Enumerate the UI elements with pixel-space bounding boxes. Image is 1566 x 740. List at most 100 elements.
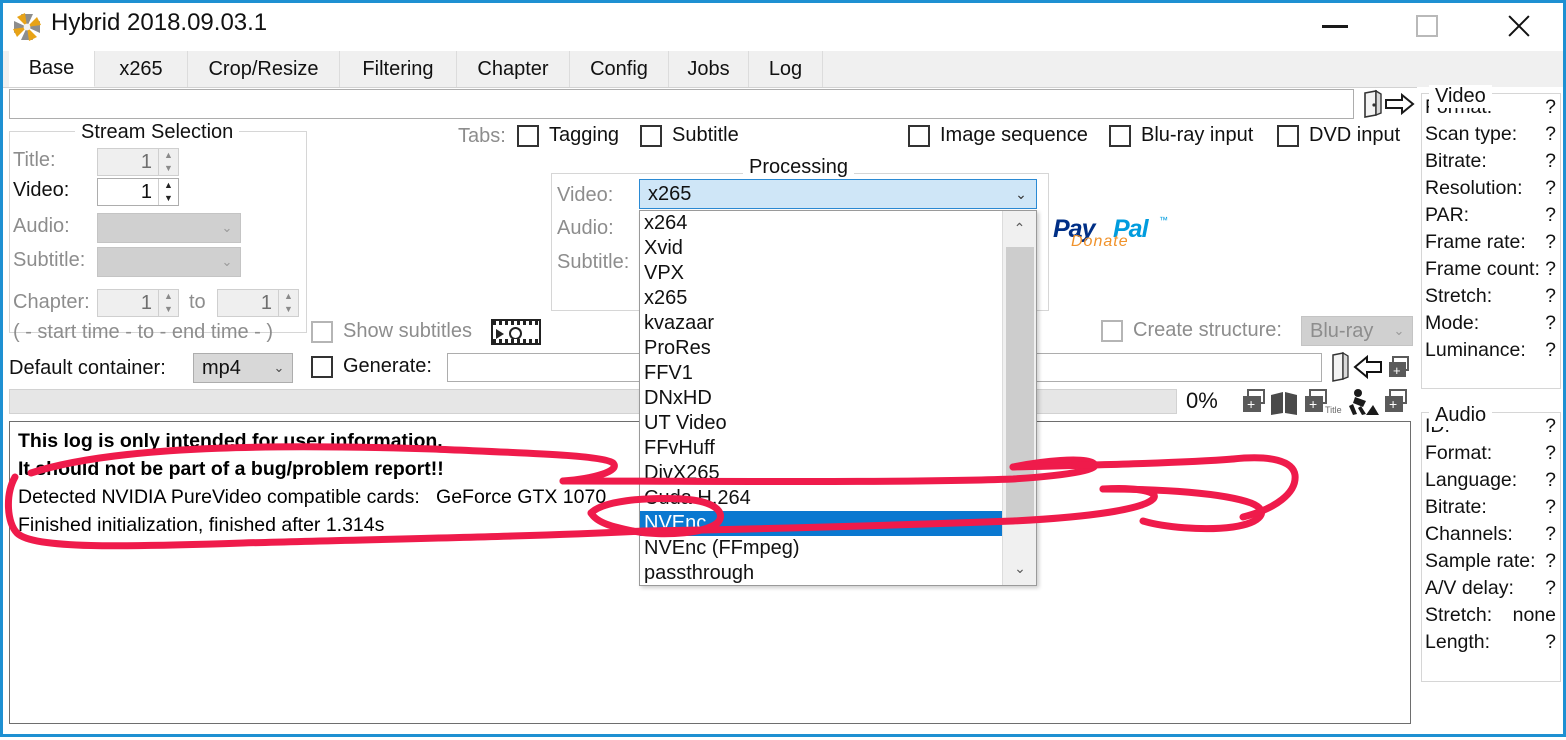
- checkbox-create-structure[interactable]: [1101, 320, 1123, 342]
- info-row: Frame rate:?: [1422, 229, 1560, 256]
- dropdown-item[interactable]: Xvid: [640, 236, 1002, 261]
- checkbox-generate[interactable]: [311, 356, 333, 378]
- label-processing-video: Video:: [557, 184, 613, 207]
- minimize-icon: [1322, 25, 1348, 28]
- dropdown-item[interactable]: FFvHuff: [640, 436, 1002, 461]
- worker-icon: [1349, 389, 1379, 415]
- tab-jobs[interactable]: Jobs: [669, 51, 749, 87]
- label-audio: Audio:: [13, 215, 70, 238]
- dropdown-list[interactable]: x264 Xvid VPX x265 kvazaar ProRes FFV1 D…: [640, 211, 1002, 585]
- stream-selection-title: Stream Selection: [75, 121, 239, 144]
- dropdown-item[interactable]: DivX265: [640, 461, 1002, 486]
- combo-audio[interactable]: ⌄: [97, 213, 241, 243]
- info-key: Luminance:: [1422, 339, 1526, 362]
- chevron-down-icon: ⌄: [214, 254, 240, 270]
- info-row: PAR:?: [1422, 202, 1560, 229]
- spinner-video[interactable]: 1 ▲▼: [97, 178, 179, 206]
- spinner-chapter-to[interactable]: 1 ▲▼: [217, 289, 299, 317]
- tab-chapter[interactable]: Chapter: [457, 51, 570, 87]
- info-key: Bitrate:: [1422, 150, 1487, 173]
- dropdown-item[interactable]: kvazaar: [640, 311, 1002, 336]
- scroll-up-icon[interactable]: ⌃: [1003, 211, 1036, 245]
- label-chapter-to: to: [189, 291, 206, 314]
- output-row-icons[interactable]: +: [1329, 351, 1411, 385]
- job-toolbar-icons[interactable]: + + Title +: [1235, 387, 1413, 419]
- tab-x265[interactable]: x265: [95, 51, 188, 87]
- paypal-donate-logo[interactable]: Pay Pal ™ Donate: [1053, 211, 1163, 253]
- info-value: ?: [1545, 523, 1556, 546]
- svg-text:+: +: [1309, 396, 1317, 412]
- dropdown-item[interactable]: x264: [640, 211, 1002, 236]
- combo-processing-video[interactable]: x265 ⌄: [639, 179, 1037, 209]
- tab-filtering[interactable]: Filtering: [340, 51, 457, 87]
- processing-video-dropdown[interactable]: x264 Xvid VPX x265 kvazaar ProRes FFV1 D…: [639, 210, 1037, 586]
- spinner-chapter-from-arrows[interactable]: ▲▼: [158, 290, 178, 316]
- dropdown-item[interactable]: passthrough: [640, 561, 1002, 586]
- info-key: Sample rate:: [1422, 550, 1536, 573]
- svg-text:+: +: [1247, 396, 1255, 412]
- log-line: Finished initialization, finished after …: [18, 514, 384, 537]
- maximize-icon: [1416, 15, 1438, 37]
- info-value: ?: [1545, 204, 1556, 227]
- info-value: ?: [1545, 339, 1556, 362]
- dropdown-item[interactable]: VPX: [640, 261, 1002, 286]
- input-file-field[interactable]: [9, 89, 1354, 119]
- checkbox-bluray-input[interactable]: [1109, 125, 1131, 147]
- media-info-panel: Format:? Scan type:? Bitrate:? Resolutio…: [1417, 87, 1563, 724]
- info-key: A/V delay:: [1422, 577, 1514, 600]
- combo-create-structure[interactable]: Blu-ray ⌄: [1301, 316, 1413, 346]
- dropdown-item[interactable]: FFV1: [640, 361, 1002, 386]
- combo-default-container[interactable]: mp4 ⌄: [193, 353, 293, 383]
- label-processing-audio: Audio:: [557, 217, 614, 240]
- spinner-title-value: 1: [98, 151, 158, 174]
- dropdown-item[interactable]: NVEnc (FFmpeg): [640, 536, 1002, 561]
- dropdown-item[interactable]: UT Video: [640, 411, 1002, 436]
- spinner-title-arrows[interactable]: ▲▼: [158, 149, 178, 175]
- tab-config[interactable]: Config: [570, 51, 669, 87]
- info-key: Format:: [1422, 442, 1492, 465]
- add-stack-icon: +: [1385, 390, 1406, 412]
- info-row: Channels:?: [1422, 521, 1560, 548]
- spinner-video-arrows[interactable]: ▲▼: [158, 179, 178, 205]
- scroll-down-icon[interactable]: ⌄: [1003, 551, 1037, 585]
- maximize-button[interactable]: [1381, 3, 1473, 49]
- spinner-title[interactable]: 1 ▲▼: [97, 148, 179, 176]
- dropdown-item[interactable]: DNxHD: [640, 386, 1002, 411]
- checkbox-dvd-input[interactable]: [1277, 125, 1299, 147]
- tab-base[interactable]: Base: [9, 51, 95, 87]
- checkbox-show-subtitles[interactable]: [311, 321, 333, 343]
- info-key: Frame count:: [1422, 258, 1540, 281]
- dropdown-item[interactable]: x265: [640, 286, 1002, 311]
- spinner-chapter-to-arrows[interactable]: ▲▼: [278, 290, 298, 316]
- dropdown-scrollbar[interactable]: ⌃ ⌄: [1002, 211, 1036, 585]
- info-key: Mode:: [1422, 312, 1479, 335]
- combo-subtitle[interactable]: ⌄: [97, 247, 241, 277]
- minimize-button[interactable]: [1289, 3, 1381, 49]
- spinner-video-value: 1: [98, 181, 158, 204]
- tab-log[interactable]: Log: [749, 51, 823, 87]
- checkbox-image-sequence[interactable]: [908, 125, 930, 147]
- info-row: Frame count:?: [1422, 256, 1560, 283]
- svg-text:+: +: [1389, 396, 1397, 412]
- checkbox-subtitle[interactable]: [640, 125, 662, 147]
- open-file-controls[interactable]: [1359, 88, 1421, 120]
- tab-crop-resize[interactable]: Crop/Resize: [188, 51, 340, 87]
- dropdown-item[interactable]: ProRes: [640, 336, 1002, 361]
- dropdown-item-nvenc[interactable]: NVEnc: [640, 511, 1002, 536]
- chevron-down-icon: ⌄: [1006, 186, 1036, 203]
- audio-info-title: Audio: [1429, 404, 1492, 427]
- hybrid-main-window: Hybrid 2018.09.03.1 Base x265 Crop/Resiz…: [0, 0, 1566, 737]
- info-key: Channels:: [1422, 523, 1513, 546]
- title-bar: Hybrid 2018.09.03.1: [3, 3, 1563, 51]
- close-button[interactable]: [1473, 3, 1565, 49]
- checkbox-tagging[interactable]: [517, 125, 539, 147]
- chevron-down-icon: ⌄: [1386, 323, 1412, 339]
- dropdown-item[interactable]: Cuda H.264: [640, 486, 1002, 511]
- info-key: Stretch:: [1422, 604, 1492, 627]
- info-row: Stretch:?: [1422, 283, 1560, 310]
- info-row: Bitrate:?: [1422, 148, 1560, 175]
- label-bluray-input: Blu-ray input: [1141, 124, 1253, 147]
- spinner-chapter-from[interactable]: 1 ▲▼: [97, 289, 179, 317]
- scrollbar-thumb[interactable]: [1006, 247, 1034, 523]
- filmstrip-preview-icon[interactable]: [491, 319, 541, 345]
